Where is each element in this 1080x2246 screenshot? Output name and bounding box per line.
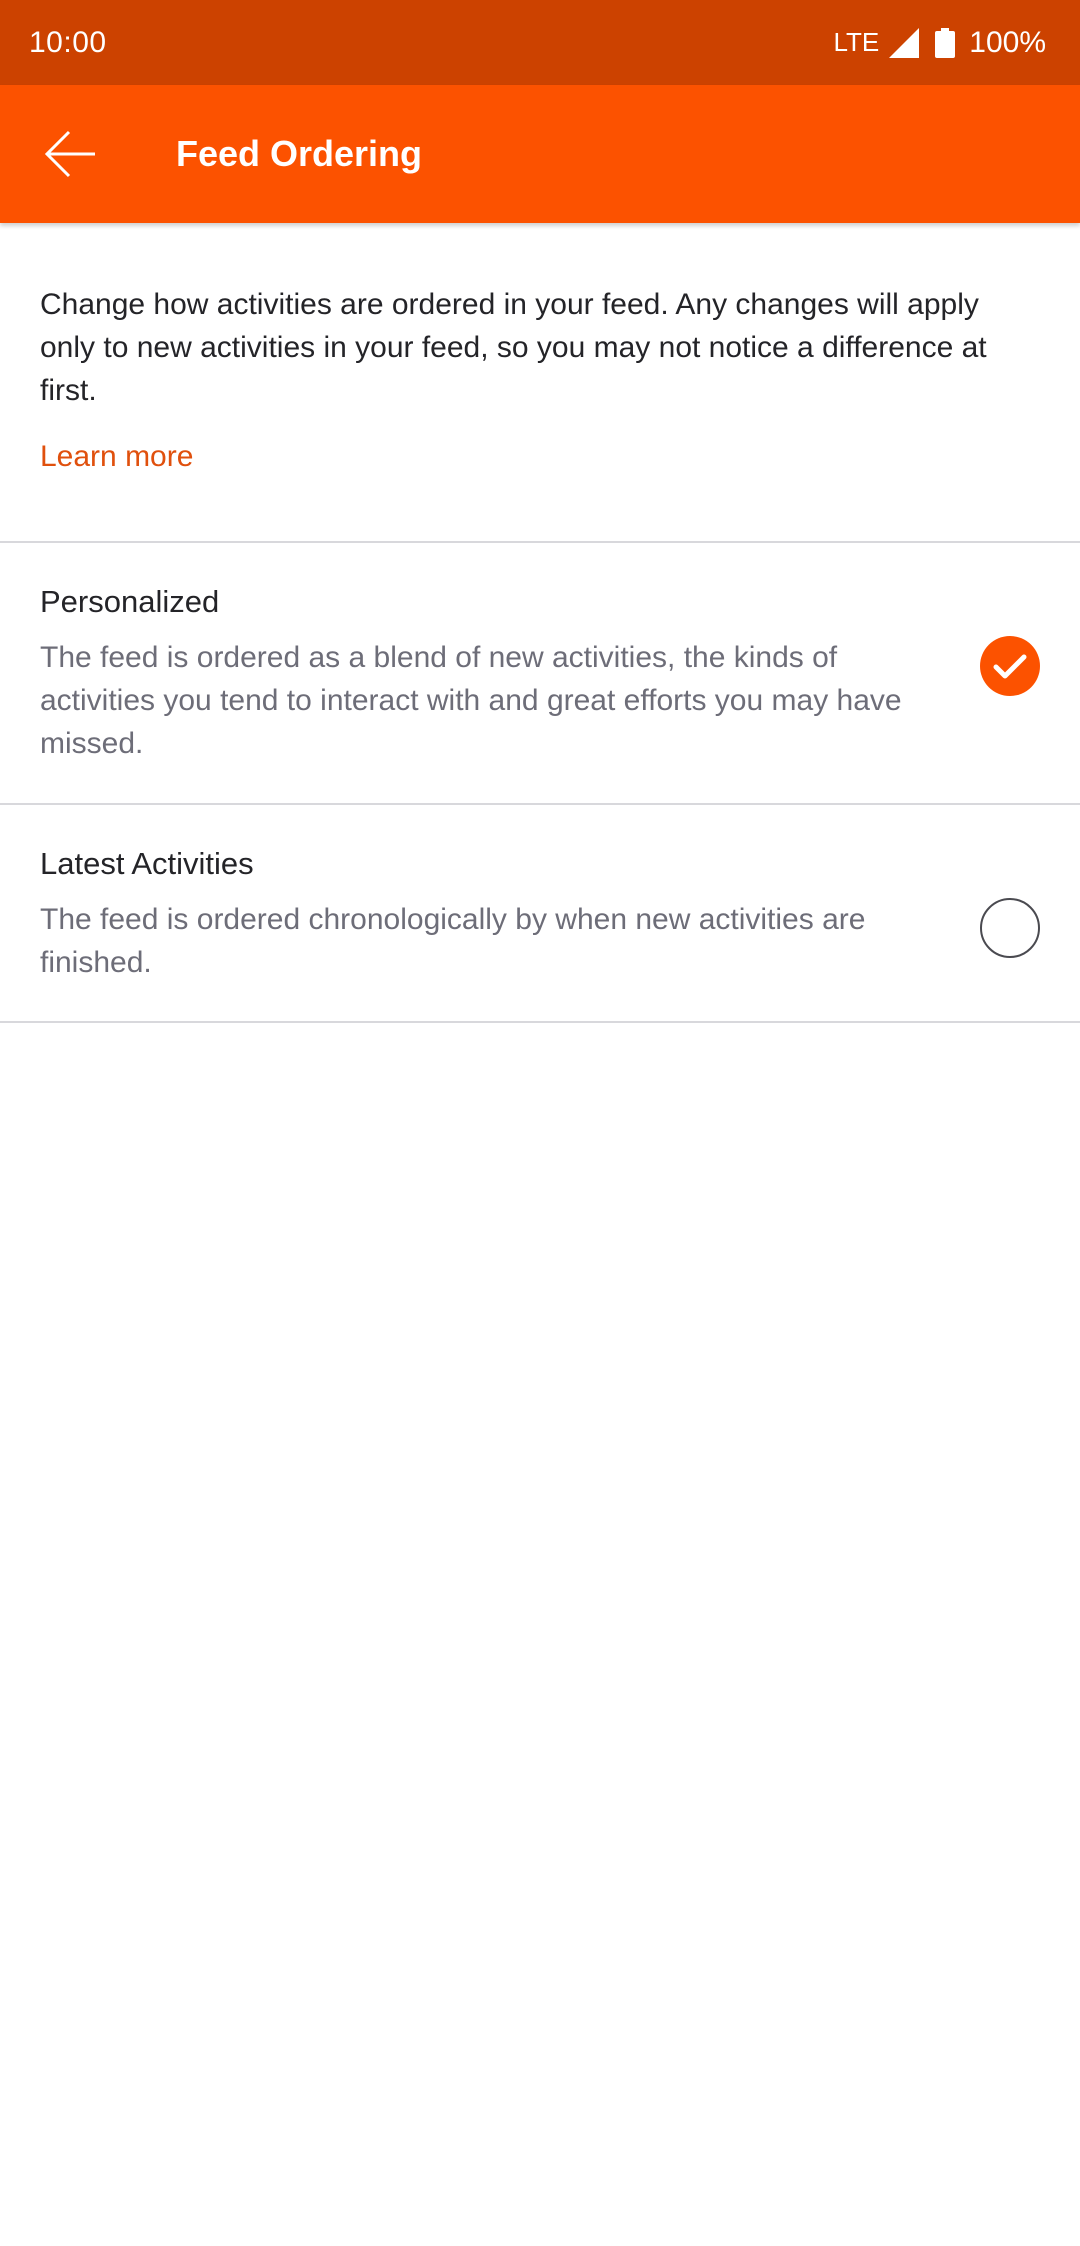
checkmark-icon (993, 654, 1027, 679)
option-latest-activities[interactable]: Latest Activities The feed is ordered ch… (0, 805, 1080, 1021)
status-bar: 10:00 LTE 100% (0, 0, 1080, 85)
radio-unselected[interactable] (980, 898, 1040, 958)
intro-text: Change how activities are ordered in you… (40, 288, 987, 407)
back-button[interactable] (26, 109, 116, 199)
option-personalized[interactable]: Personalized The feed is ordered as a bl… (0, 543, 1080, 803)
divider (0, 1021, 1080, 1023)
arrow-left-icon (44, 130, 95, 178)
battery-icon (935, 27, 956, 58)
option-description: The feed is ordered as a blend of new ac… (40, 641, 902, 760)
status-time: 10:00 (29, 26, 107, 59)
status-indicators: LTE 100% (834, 0, 1047, 85)
page-title: Feed Ordering (176, 133, 423, 174)
option-description: The feed is ordered chronologically by w… (40, 903, 866, 979)
app-bar: Feed Ordering (0, 85, 1080, 223)
battery-percentage: 100% (969, 25, 1046, 59)
option-title: Latest Activities (40, 846, 254, 881)
radio-selected[interactable] (980, 636, 1040, 696)
signal-icon (889, 27, 920, 58)
intro-section: Change how activities are ordered in you… (40, 283, 1040, 474)
option-title: Personalized (40, 584, 220, 619)
network-type: LTE (833, 27, 880, 57)
learn-more-link[interactable]: Learn more (40, 440, 193, 474)
